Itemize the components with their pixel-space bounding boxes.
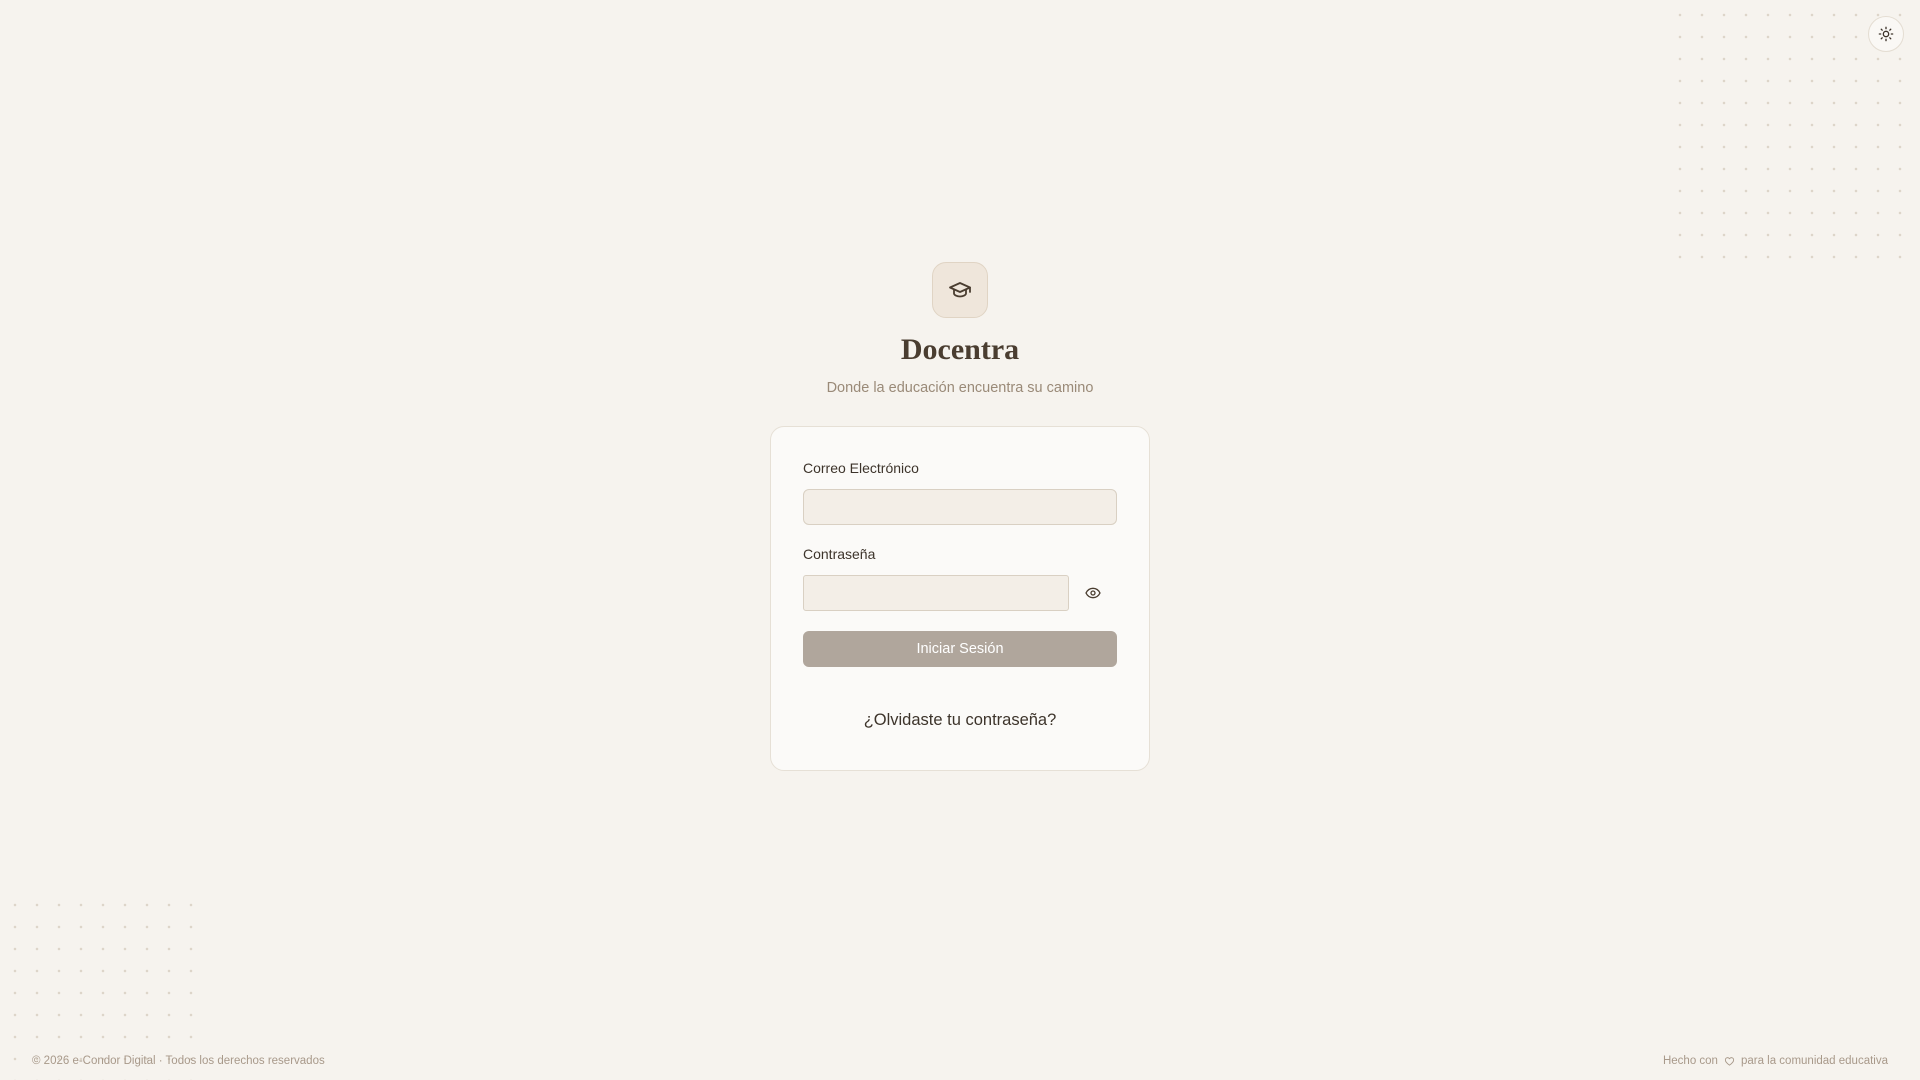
footer-made-with-suffix: para la comunidad educativa bbox=[1740, 1055, 1888, 1067]
graduation-cap-icon bbox=[949, 282, 971, 298]
footer-credits: Hecho con para la comunidad educativa bbox=[1663, 1055, 1888, 1067]
heart-icon bbox=[1724, 1056, 1735, 1066]
forgot-password-link[interactable]: ¿Olvidaste tu contraseña? bbox=[803, 711, 1117, 730]
brand-header: Docentra Donde la educación encuentra su… bbox=[0, 262, 1920, 398]
app-subtitle: Donde la educación encuentra su camino bbox=[826, 380, 1094, 396]
sun-icon bbox=[1878, 26, 1894, 42]
eye-icon bbox=[1085, 587, 1101, 599]
email-label: Correo Electrónico bbox=[803, 460, 919, 476]
login-button[interactable]: Iniciar Sesión bbox=[803, 631, 1117, 667]
password-label: Contraseña bbox=[803, 546, 876, 562]
email-field[interactable] bbox=[803, 489, 1117, 525]
show-password-button[interactable] bbox=[1069, 575, 1117, 611]
theme-toggle-button[interactable] bbox=[1868, 16, 1904, 52]
decorative-dot-grid-bottom-left bbox=[0, 890, 200, 1080]
password-row bbox=[803, 575, 1117, 611]
app-title: Docentra bbox=[900, 333, 1020, 366]
footer-made-with-prefix: Hecho con bbox=[1662, 1055, 1718, 1067]
password-field[interactable] bbox=[803, 575, 1069, 611]
footer-copyright: © 2026 e-Condor Digital · Todos los dere… bbox=[32, 1055, 325, 1067]
login-card: Correo Electrónico Contraseña Iniciar Se… bbox=[770, 426, 1150, 771]
logo bbox=[932, 262, 988, 318]
